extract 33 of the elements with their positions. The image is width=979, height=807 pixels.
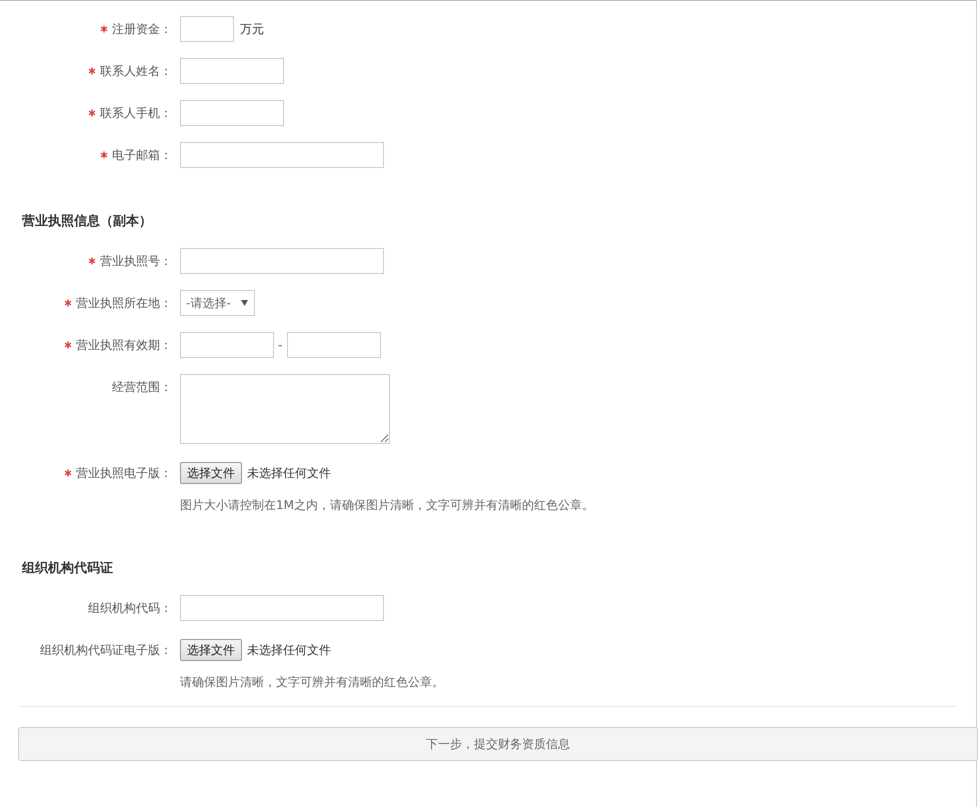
choose-file-button[interactable]: 选择文件: [180, 639, 242, 661]
field-label: 营业执照电子版：: [76, 465, 172, 482]
date-field[interactable]: [180, 332, 274, 358]
dropdown[interactable]: -请选择-: [180, 290, 255, 316]
file-status: 未选择任何文件: [247, 464, 331, 482]
input-field[interactable]: [180, 16, 234, 42]
field-label: 组织机构代码：: [88, 600, 172, 617]
input-field[interactable]: [180, 595, 384, 621]
unit-label: 万元: [240, 20, 264, 38]
next-step-button[interactable]: 下一步，提交财务资质信息: [18, 727, 978, 761]
text-area[interactable]: [180, 374, 390, 444]
field-label: 注册资金：: [112, 21, 172, 38]
choose-file-button[interactable]: 选择文件: [180, 462, 242, 484]
field-label: 联系人姓名：: [100, 63, 172, 80]
date-field[interactable]: [287, 332, 382, 358]
hint-text: 请确保图片清晰，文字可辨并有清晰的红色公章。: [180, 674, 444, 690]
field-label: 经营范围：: [112, 379, 172, 396]
field-label: 电子邮箱：: [112, 147, 172, 164]
section-title: 营业执照信息（副本）: [22, 214, 153, 230]
field-label: 联系人手机：: [100, 105, 172, 122]
file-status: 未选择任何文件: [247, 642, 331, 658]
input-field[interactable]: [180, 100, 284, 126]
field-label: 营业执照号：: [100, 253, 172, 270]
range-separator: -: [278, 338, 282, 352]
input-field[interactable]: [180, 58, 284, 84]
input-field[interactable]: [180, 248, 384, 274]
field-label: 营业执照所在地：: [76, 295, 172, 312]
field-label: 营业执照有效期：: [76, 337, 172, 354]
field-label: 组织机构代码证电子版：: [40, 642, 172, 659]
section-title: 组织机构代码证: [22, 561, 114, 577]
input-field[interactable]: [180, 142, 384, 168]
hint-text: 图片大小请控制在1M之内，请确保图片清晰，文字可辨并有清晰的红色公章。: [180, 497, 594, 513]
caret-icon: [241, 300, 248, 306]
